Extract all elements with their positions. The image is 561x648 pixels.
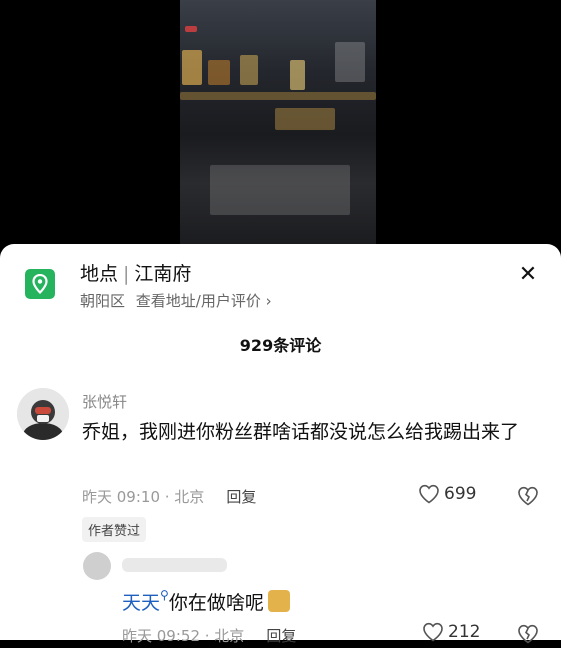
video-frame-city-night	[180, 0, 376, 245]
heart-icon	[419, 484, 439, 504]
video-player[interactable]	[0, 0, 561, 245]
search-icon: ⚲	[160, 588, 169, 602]
dislike-button[interactable]	[517, 486, 539, 510]
location-subtitle[interactable]: 朝阳区 查看地址/用户评价 ›	[80, 290, 272, 311]
reply-avatar[interactable]	[83, 552, 111, 580]
reply-time: 昨天 09:52 · 北京	[122, 627, 245, 645]
location-district: 朝阳区	[80, 292, 126, 310]
comment-meta: 昨天 09:10 · 北京 回复	[82, 486, 256, 507]
reply-like-count: 212	[448, 622, 481, 642]
comment-time: 昨天 09:10 · 北京	[82, 488, 205, 506]
avatar[interactable]	[17, 388, 69, 440]
like-count: 699	[444, 484, 477, 504]
location-title[interactable]: 地点 | 江南府	[80, 259, 191, 286]
location-prefix: 地点	[80, 263, 119, 285]
broken-heart-icon	[518, 486, 538, 506]
reply-dislike-button[interactable]	[517, 624, 539, 648]
comments-count: 929条评论	[239, 336, 322, 355]
comment-username[interactable]: 张悦轩	[82, 391, 127, 412]
reply-text: 天天⚲你在做啥呢	[122, 588, 290, 615]
reply-reply-button[interactable]: 回复	[266, 627, 296, 645]
close-icon[interactable]: ✕	[514, 260, 542, 288]
title-divider: |	[123, 263, 130, 285]
reply-meta: 昨天 09:52 · 北京 回复	[122, 625, 296, 646]
chevron-right-icon: ›	[265, 292, 272, 310]
location-name: 江南府	[134, 263, 192, 285]
reply-username-blurred[interactable]	[122, 558, 227, 572]
reply-like-button[interactable]: 212	[422, 622, 480, 642]
reply-button[interactable]: 回复	[226, 488, 256, 506]
comment-text: 乔姐，我刚进你粉丝群啥话都没说怎么给我踢出来了	[82, 421, 520, 443]
like-button[interactable]: 699	[418, 484, 476, 504]
author-liked-badge: 作者赞过	[82, 517, 147, 542]
location-pin-icon[interactable]	[25, 269, 55, 299]
heart-icon	[423, 622, 443, 642]
reply-mention[interactable]: 天天	[122, 592, 160, 614]
reply-message: 你在做啥呢	[168, 592, 264, 614]
cat-emoji-icon	[267, 590, 290, 612]
location-links[interactable]: 查看地址/用户评价	[136, 292, 261, 310]
broken-heart-icon	[518, 624, 538, 644]
